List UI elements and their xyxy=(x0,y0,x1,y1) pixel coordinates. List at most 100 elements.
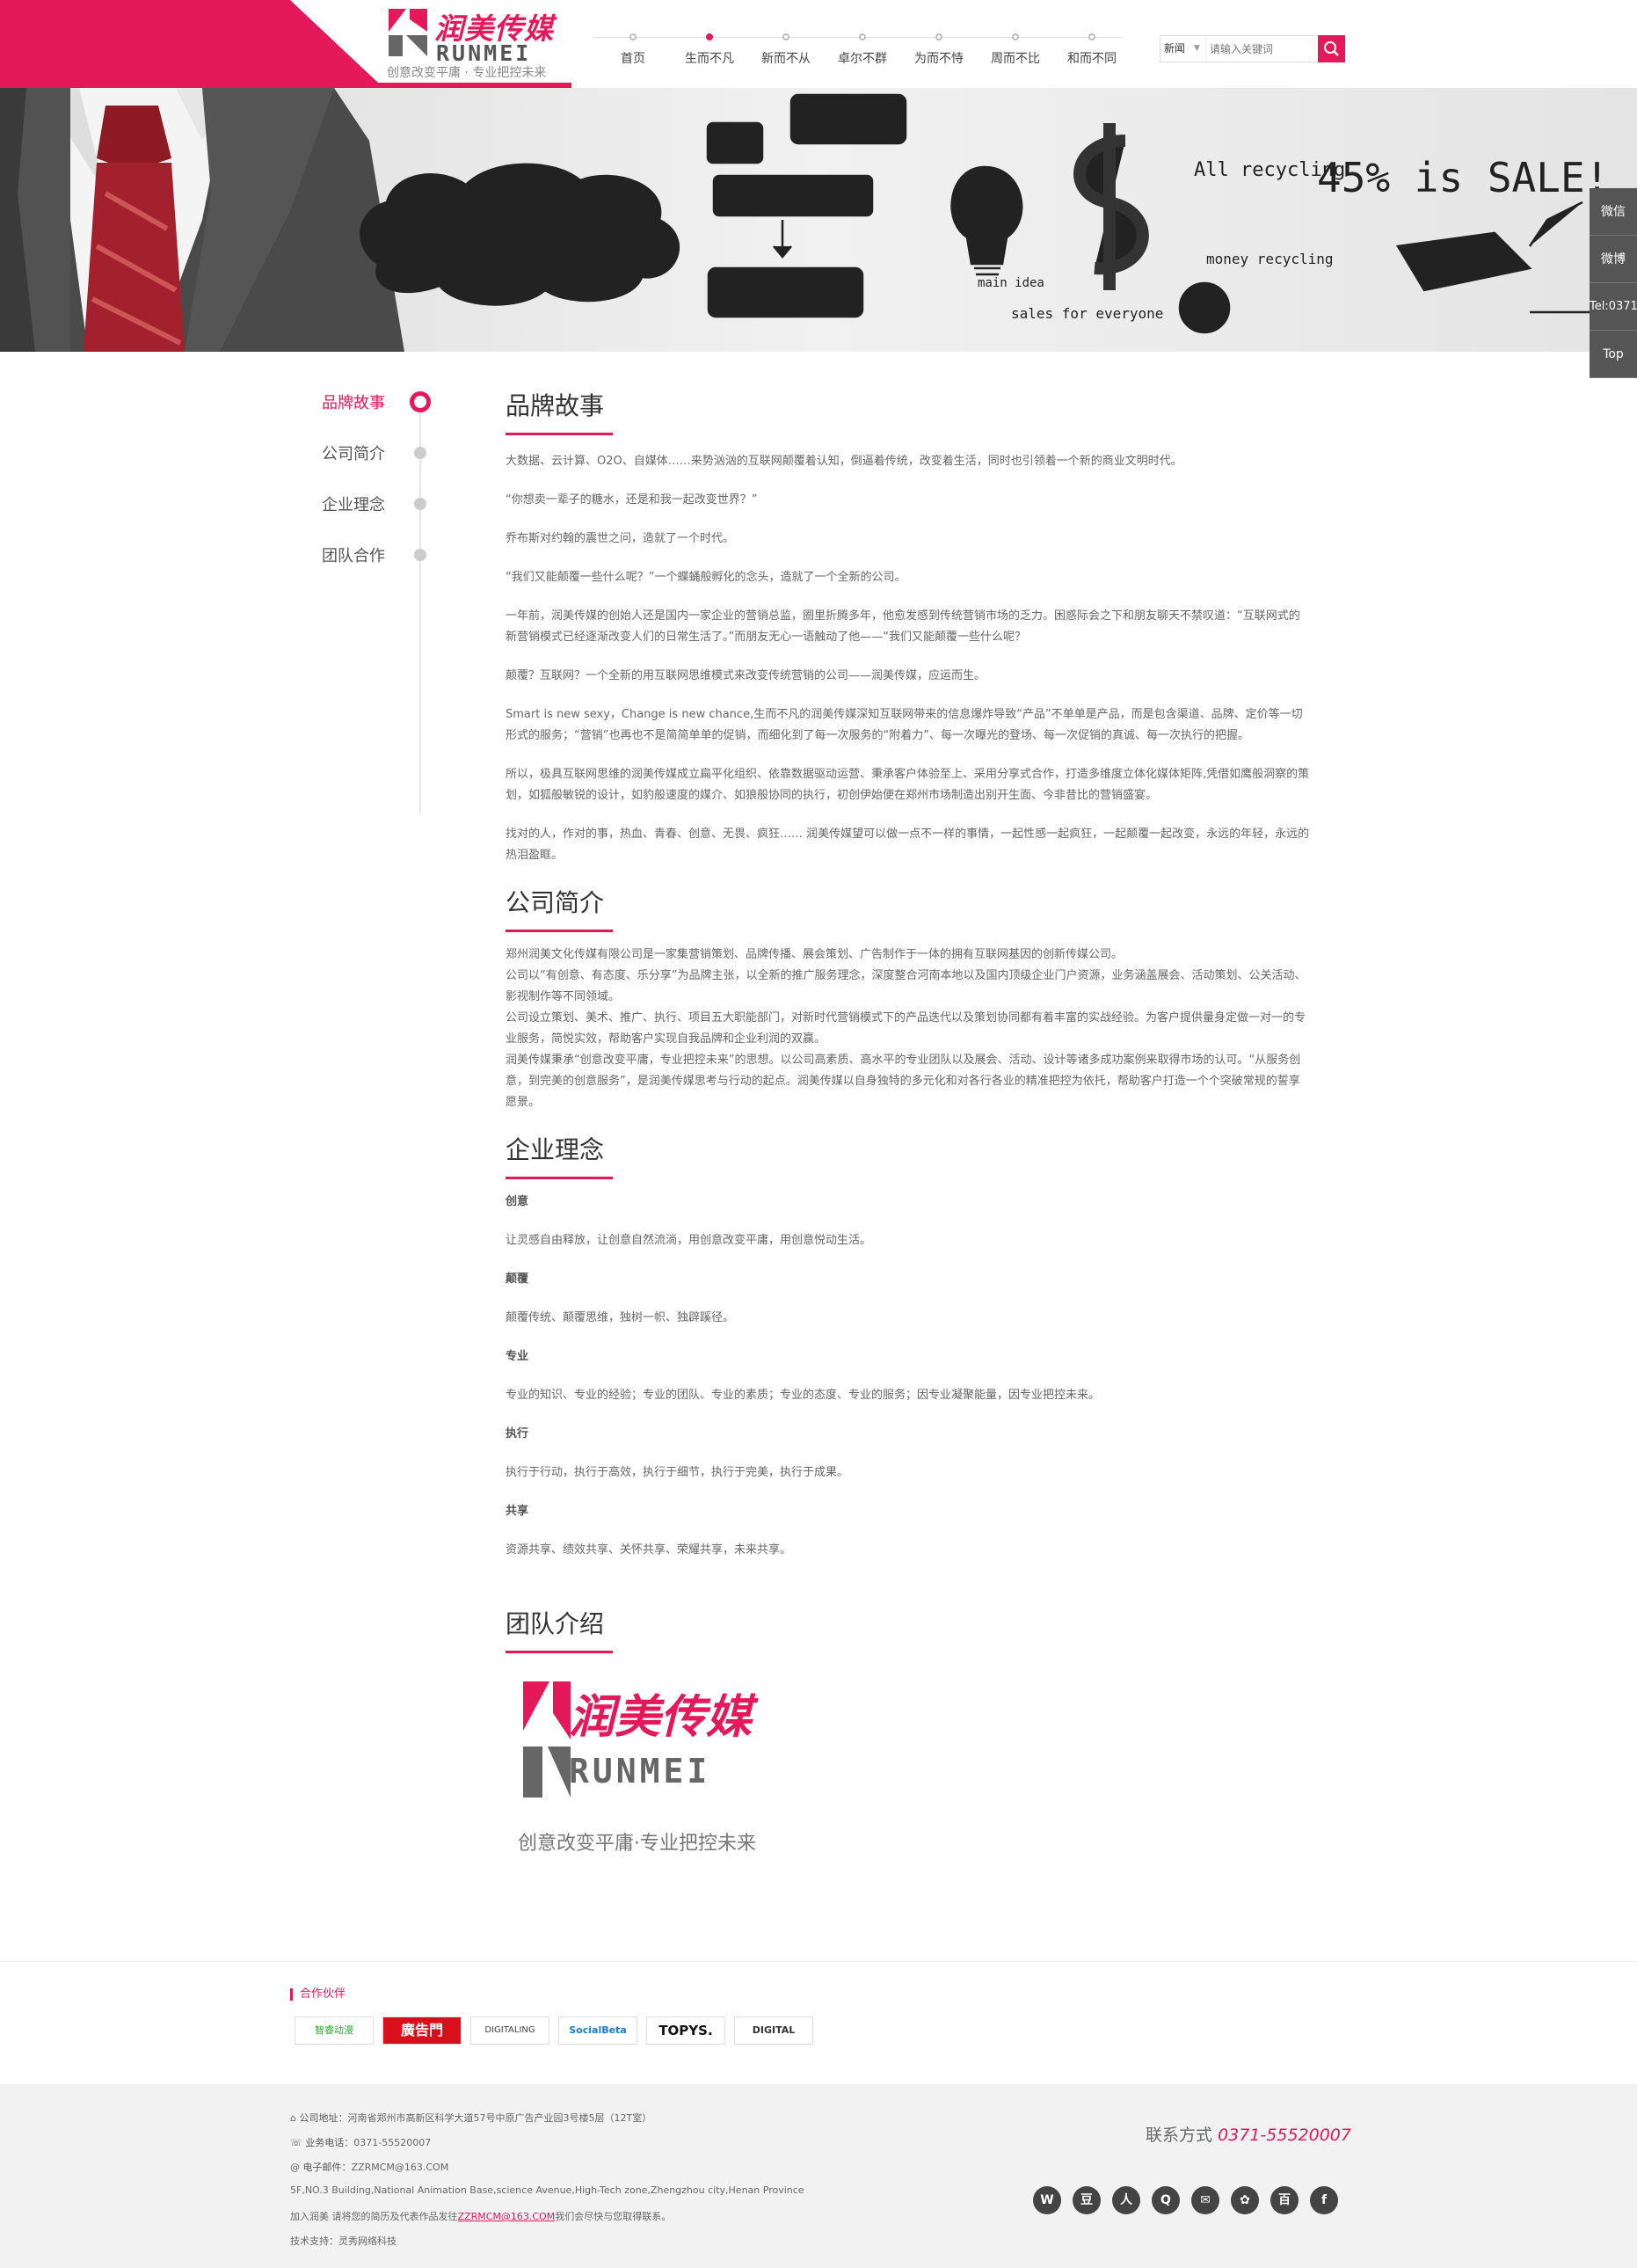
sidenav-line xyxy=(419,405,421,813)
facebook-icon[interactable]: f xyxy=(1310,2186,1338,2214)
team-logo-mark-icon xyxy=(523,1681,571,1798)
nav-label: 生而不凡 xyxy=(685,52,734,66)
sidenav-dot-icon xyxy=(414,549,426,561)
nav-item-zhuoerbuqun[interactable]: 卓尔不群 xyxy=(824,33,901,67)
wechat-icon[interactable]: ✉ xyxy=(1191,2186,1219,2214)
douban-icon[interactable]: 豆 xyxy=(1073,2186,1101,2214)
sidenav-label: 企业理念 xyxy=(322,496,385,514)
concept-text: 颠覆传统、颠覆思维，独树一帜、独辟蹊径。 xyxy=(506,1311,735,1324)
section-title: 企业理念 xyxy=(506,1131,614,1179)
section-team: 团队介绍 润美传媒 RUNMEI 创意改变平庸·专业把控未来 xyxy=(506,1605,1310,1871)
concept-head: 创意 xyxy=(506,1195,529,1208)
banner-word-plan: PLAN xyxy=(723,274,807,315)
nav-label: 首页 xyxy=(621,52,645,66)
main-content: 品牌故事 大数据、云计算、O2O、自媒体……来势汹汹的互联网颠覆着认知，倒逼着传… xyxy=(506,387,1310,1871)
sidenav-dot-icon xyxy=(414,447,426,459)
partners-section: 合作伙伴 智睿动漫 廣告門 DIGITALING SocialBeta TOPY… xyxy=(0,1961,1637,2084)
nav-item-heerbutong[interactable]: 和而不同 xyxy=(1053,33,1131,67)
team-logo: 润美传媒 RUNMEI 创意改变平庸·专业把控未来 xyxy=(506,1678,756,1871)
partner-logo[interactable]: SocialBeta xyxy=(558,2016,637,2045)
side-float-bar: 微信 微博 Tel:0371 Top xyxy=(1590,188,1637,378)
team-logo-slogan: 创意改变平庸·专业把控未来 xyxy=(518,1833,756,1855)
section-concept: 企业理念 创意 让灵感自由释放，让创意自然流淌，用创意改变平庸，用创意悦动生活。… xyxy=(506,1131,1310,1561)
nav-dot-icon xyxy=(706,33,713,40)
banner-word-main-idea: main idea xyxy=(978,276,1044,290)
concept-text: 资源共享、绩效共享、关怀共享、荣耀共享，未来共享。 xyxy=(506,1543,792,1557)
partner-logo[interactable]: 智睿动漫 xyxy=(295,2016,374,2045)
banner-word-dollar: $ xyxy=(1194,292,1211,325)
site-footer: ⌂ 公司地址：河南省郑州市高新区科学大道57号中原广告产业园3号楼5层（12T室… xyxy=(0,2084,1637,2268)
renren-icon[interactable]: 人 xyxy=(1112,2186,1140,2214)
baidu-icon[interactable]: 百 xyxy=(1270,2186,1299,2214)
search-box: 新闻 ▼ xyxy=(1160,35,1345,62)
paragraph: Smart is new sexy，Change is new chance,生… xyxy=(506,708,1303,742)
footer-label: 业务电话 xyxy=(305,2137,345,2148)
nav-label: 新而不从 xyxy=(761,52,811,66)
banner-word-concept: CONCEPT xyxy=(376,201,591,260)
partner-logo[interactable]: DIGITALING xyxy=(470,2016,549,2045)
paragraph: 一年前，润美传媒的创始人还是国内一家企业的营销总监，圈里折腾多年，他愈发感到传统… xyxy=(506,609,1300,644)
nav-label: 周而不比 xyxy=(991,52,1040,66)
search-icon xyxy=(1324,41,1339,56)
chevron-down-icon: ▼ xyxy=(1194,44,1200,53)
section-title: 品牌故事 xyxy=(506,387,614,435)
search-button[interactable] xyxy=(1318,35,1345,62)
kaixin-icon[interactable]: ✿ xyxy=(1231,2186,1259,2214)
sidenav-item-intro[interactable]: 公司简介 xyxy=(316,438,440,464)
footer-address: 河南省郑州市高新区科学大道57号中原广告产业园3号楼5层（12T室） xyxy=(347,2112,652,2124)
nav-label: 和而不同 xyxy=(1067,52,1117,66)
weibo-icon[interactable]: W xyxy=(1033,2186,1061,2214)
float-weibo[interactable]: 微博 xyxy=(1590,236,1637,283)
nav-item-home[interactable]: 首页 xyxy=(594,33,672,67)
footer-contact-phone: 0371-55520007 xyxy=(1218,2126,1351,2145)
banner-illustration: CONCEPT NO FAIL STRATEGY PLAN main idea … xyxy=(0,88,1637,352)
section-title: 团队介绍 xyxy=(506,1605,614,1653)
sidenav-item-brand-story[interactable]: 品牌故事 xyxy=(316,387,440,413)
logo-slogan: 创意改变平庸 · 专业把控未来 xyxy=(387,66,547,80)
site-header: 润美传媒 RUNMEI 创意改变平庸 · 专业把控未来 首页 生而不凡 新而不从… xyxy=(0,0,1637,88)
section-title: 公司简介 xyxy=(506,884,614,932)
footer-join-text: 加入润美 请将您的简历及代表作品发往 xyxy=(290,2211,458,2222)
partner-logo[interactable]: DIGITAL xyxy=(734,2016,813,2045)
float-top[interactable]: Top xyxy=(1590,331,1637,378)
sidenav-item-team[interactable]: 团队合作 xyxy=(316,540,440,566)
main-nav: 首页 生而不凡 新而不从 卓尔不群 为而不恃 周而不比 和而不同 xyxy=(594,33,1122,72)
team-logo-en: RUNMEI xyxy=(569,1752,711,1790)
concept-head: 执行 xyxy=(506,1427,529,1440)
sidenav-item-concept[interactable]: 企业理念 xyxy=(316,489,440,515)
nav-item-weierbushi[interactable]: 为而不恃 xyxy=(900,33,978,67)
sidenav-dot-icon xyxy=(410,391,431,412)
sidenav-label: 团队合作 xyxy=(322,547,385,565)
concept-head: 专业 xyxy=(506,1350,529,1363)
nav-item-zhouerbubi[interactable]: 周而不比 xyxy=(977,33,1054,67)
footer-email-row: @ 电子邮件：ZZRMCM@163.COM xyxy=(290,2162,449,2173)
sidenav-label: 品牌故事 xyxy=(322,394,385,412)
partner-logo[interactable]: 廣告門 xyxy=(382,2016,462,2045)
site-logo[interactable]: 润美传媒 RUNMEI 创意改变平庸 · 专业把控未来 xyxy=(385,5,578,80)
float-tel[interactable]: Tel:0371 xyxy=(1590,283,1637,331)
nav-item-xinerbucong[interactable]: 新而不从 xyxy=(747,33,825,67)
logo-en-text: RUNMEI xyxy=(436,40,532,66)
banner-word-strategy: STRATEGY xyxy=(723,180,850,211)
footer-join-row: 加入润美 请将您的简历及代表作品发往ZZRMCM@163.COM我们会尽快与您取… xyxy=(290,2209,671,2223)
at-icon: @ xyxy=(290,2162,300,2173)
footer-phone-row: ☏ 业务电话：0371-55520007 xyxy=(290,2137,432,2148)
paragraph: 润美传媒秉承“创意改变平庸，专业把控未来”的思想。以公司高素质、高水平的专业团队… xyxy=(506,1054,1301,1109)
banner-word-money: money recycling xyxy=(1206,251,1334,267)
team-logo-cn: 润美传媒 xyxy=(569,1691,753,1744)
banner-word-fail: FAIL xyxy=(802,98,886,139)
search-input[interactable] xyxy=(1210,38,1315,60)
nav-dot-icon xyxy=(782,33,789,40)
home-icon: ⌂ xyxy=(290,2112,296,2124)
nav-label: 卓尔不群 xyxy=(838,52,887,66)
banner-word-sales: sales for everyone xyxy=(1011,305,1163,322)
footer-address-row: ⌂ 公司地址：河南省郑州市高新区科学大道57号中原广告产业园3号楼5层（12T室… xyxy=(290,2112,652,2124)
footer-join-email-link[interactable]: ZZRMCM@163.COM xyxy=(458,2211,556,2222)
float-wechat[interactable]: 微信 xyxy=(1590,188,1637,236)
partner-logo[interactable]: TOPYS. xyxy=(646,2016,725,2045)
qq-icon[interactable]: Q xyxy=(1152,2186,1180,2214)
sidenav-dot-icon xyxy=(414,498,426,510)
nav-label: 为而不恃 xyxy=(914,52,964,66)
footer-email: ZZRMCM@163.COM xyxy=(351,2162,449,2173)
nav-item-shengerbufan[interactable]: 生而不凡 xyxy=(671,33,748,67)
